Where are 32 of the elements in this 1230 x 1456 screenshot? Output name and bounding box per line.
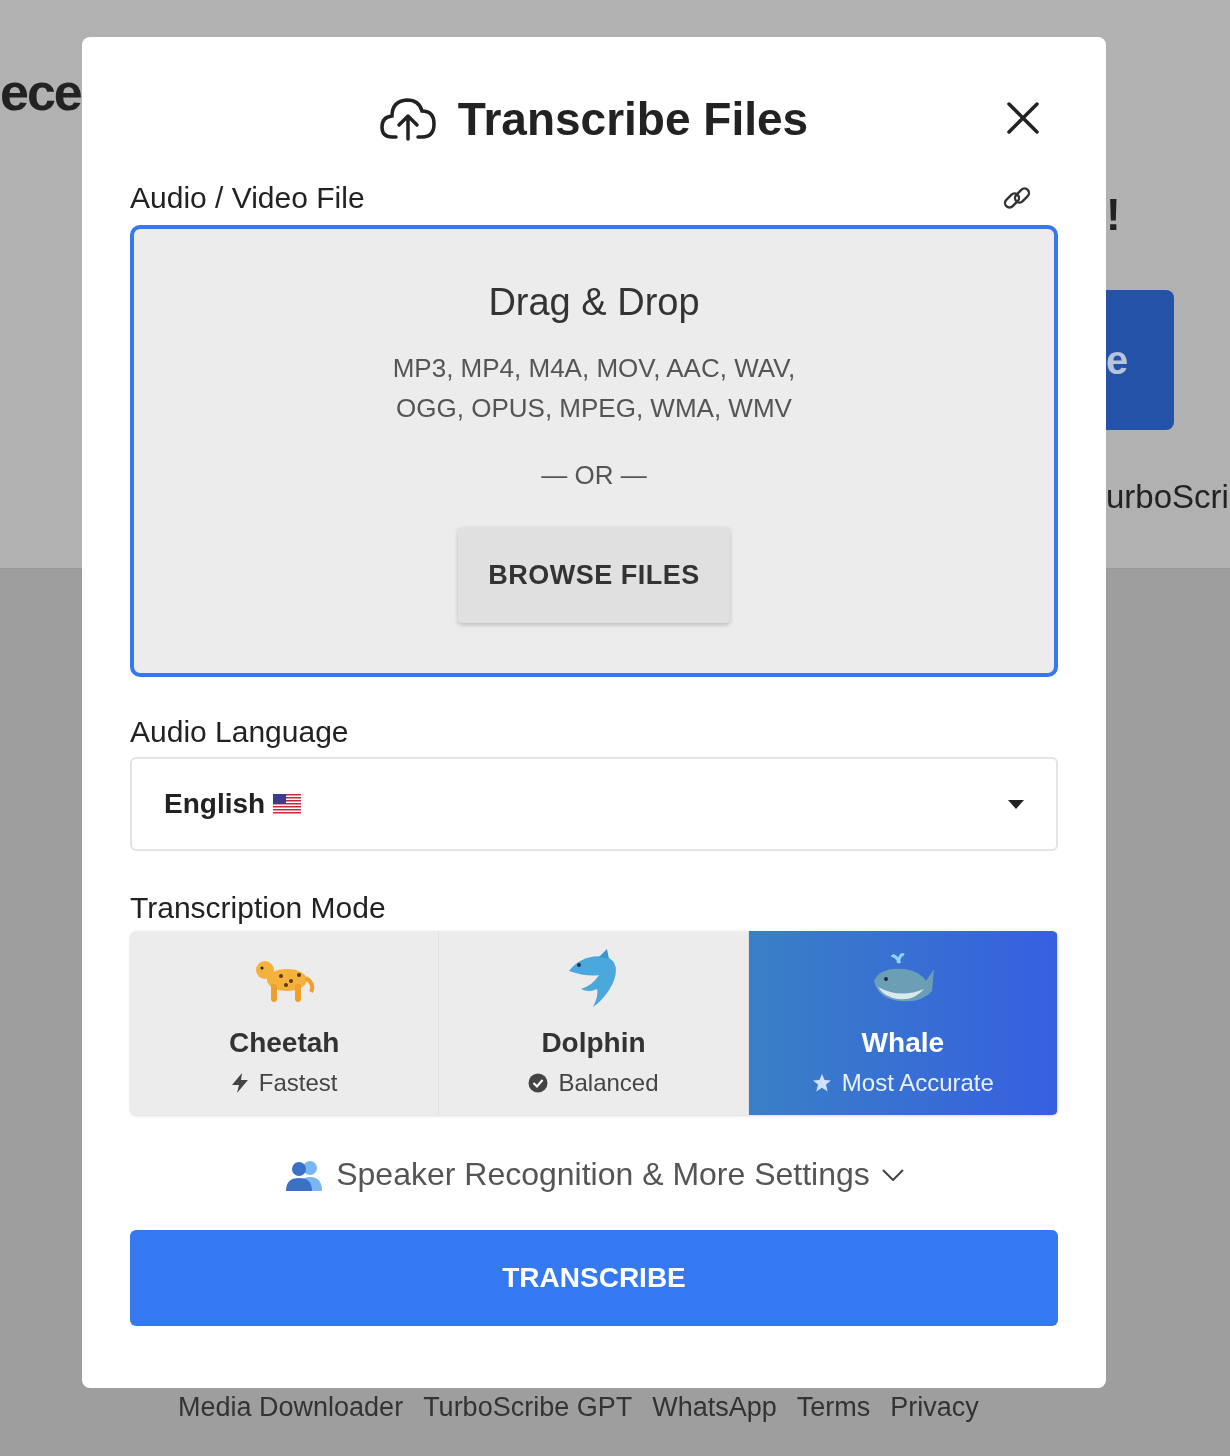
caret-icon [1008, 799, 1024, 809]
mode-option[interactable]: Whale Most Accurate [748, 931, 1058, 1115]
or-separator: — OR — [541, 460, 647, 491]
browse-button[interactable]: BROWSE FILES [458, 527, 730, 623]
drop-heading: Drag & Drop [488, 281, 700, 324]
mode-option[interactable]: Cheetah Fastest [130, 931, 440, 1115]
flag-icon [273, 794, 302, 814]
footer-link[interactable]: Terms [796, 1392, 871, 1423]
dialog-title: Transcribe Files [457, 92, 809, 146]
transcribe-button[interactable]: TRANSCRIBE [130, 1230, 1058, 1326]
drop-zone[interactable]: Drag & Drop MP3, MP4, M4A, MOV, AAC, WAV, OGG, OPUS, MPEG, WMA, WMV — OR — BROWSE FILES [130, 225, 1058, 677]
footer-link[interactable]: TurboScribe GPT [423, 1392, 633, 1423]
check-circle-icon [528, 1073, 549, 1093]
language-select[interactable]: English [130, 757, 1058, 851]
settings-toggle[interactable]: Speaker Recognition & More Settings [278, 1155, 910, 1194]
page-heading: ece [0, 62, 81, 122]
chevron-icon [881, 1168, 904, 1181]
page-heading: ! [1106, 190, 1121, 240]
people-icon [284, 1158, 325, 1191]
footer-link[interactable]: Media Downloader [178, 1392, 404, 1423]
field-label: Audio Language [130, 715, 349, 748]
field-label: Transcription Mode [130, 891, 386, 924]
footer-link[interactable]: Privacy [890, 1392, 979, 1423]
format-list: MP3, MP4, M4A, MOV, AAC, WAV, OGG, OPUS, MPEG, WMA, WMV [392, 348, 796, 428]
field-label: Audio / Video File [130, 181, 365, 215]
star-icon [811, 1073, 832, 1093]
cloud-upload-icon [379, 97, 436, 141]
page-text: urboScri [1106, 478, 1229, 516]
footer-link[interactable]: WhatsApp [652, 1392, 777, 1423]
mode-option[interactable]: Dolphin Balanced [439, 931, 749, 1115]
lightning-icon [230, 1073, 249, 1093]
page-button[interactable]: e [1106, 290, 1174, 430]
